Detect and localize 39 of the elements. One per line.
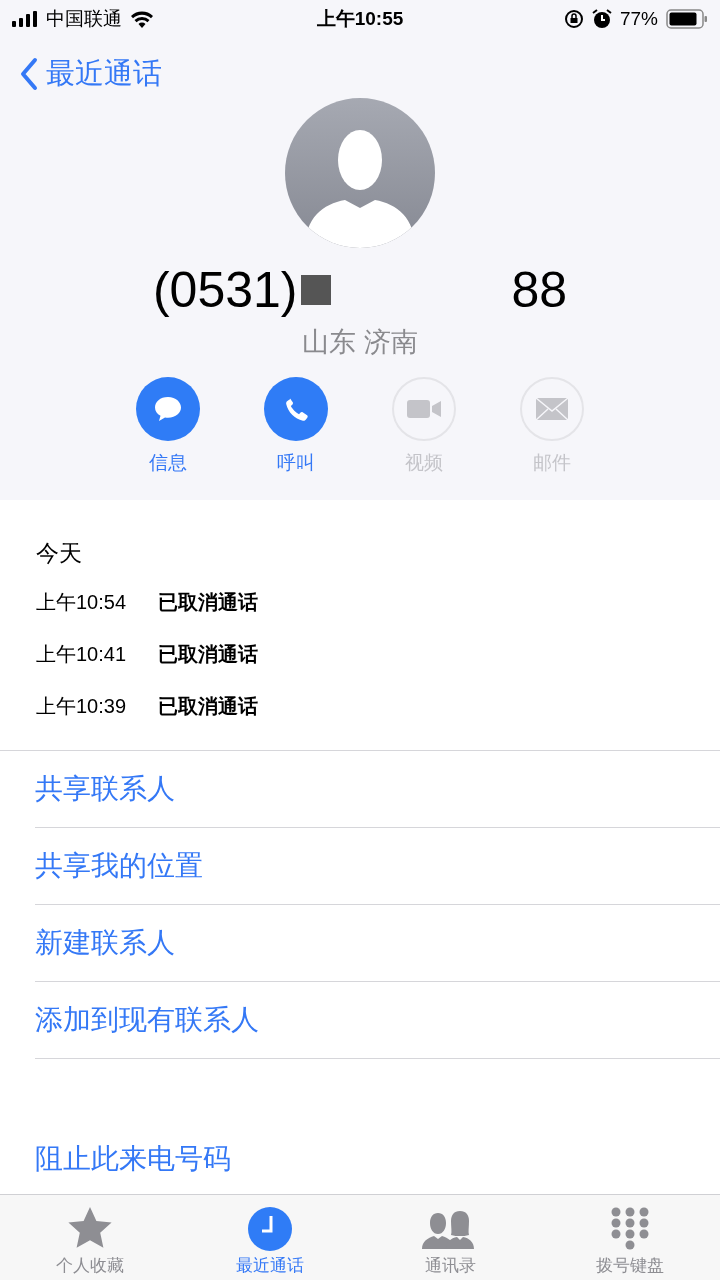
keypad-icon: [610, 1206, 650, 1251]
rotation-lock-icon: [563, 9, 584, 29]
signal-icon: [12, 11, 38, 27]
chevron-left-icon: [20, 57, 38, 91]
tab-bar-item[interactable]: 个人收藏: [0, 1195, 180, 1280]
redaction-mark: [301, 275, 332, 305]
carrier-name: 中国联通: [46, 6, 122, 31]
call-status: 已取消通话: [158, 642, 258, 667]
status-time: 上午10:55: [316, 6, 404, 31]
phone-number-suffix: 88: [511, 261, 568, 320]
call-time: 上午10:54: [36, 590, 128, 615]
contact-action-button[interactable]: 呼叫: [264, 376, 328, 477]
call-status: 已取消通话: [158, 590, 258, 615]
video-camera-icon: [406, 397, 442, 420]
call-status: 已取消通话: [158, 694, 258, 719]
wifi-icon: [130, 10, 154, 28]
speech-bubble-icon: [153, 394, 183, 423]
call-time: 上午10:41: [36, 642, 128, 667]
block-caller-link[interactable]: 阻止此来电号码: [35, 1141, 231, 1177]
phone-number-prefix: (0531): [152, 261, 298, 320]
section-heading: 今天: [36, 539, 83, 568]
action-label: 信息: [149, 450, 187, 475]
contact-action-button[interactable]: 信息: [136, 376, 200, 477]
envelope-icon: [535, 396, 569, 421]
tab-bar-item[interactable]: 最近通话: [180, 1195, 360, 1280]
action-label: 呼叫: [277, 450, 315, 475]
clock-icon: [248, 1206, 292, 1251]
back-button[interactable]: 最近通话: [20, 52, 162, 96]
tab-bar-item[interactable]: 拨号键盘: [540, 1195, 720, 1280]
option-link[interactable]: 添加到现有联系人: [35, 999, 259, 1041]
option-link[interactable]: 共享联系人: [35, 768, 175, 810]
tab-bar-item[interactable]: 通讯录: [360, 1195, 540, 1280]
option-link[interactable]: 共享我的位置: [35, 845, 203, 887]
battery-percent: 77%: [619, 6, 658, 31]
call-time: 上午10:39: [36, 694, 128, 719]
battery-icon: [666, 9, 708, 29]
location-label: 山东 济南: [302, 326, 418, 359]
option-link[interactable]: 新建联系人: [35, 922, 175, 964]
alarm-icon: [591, 9, 612, 29]
